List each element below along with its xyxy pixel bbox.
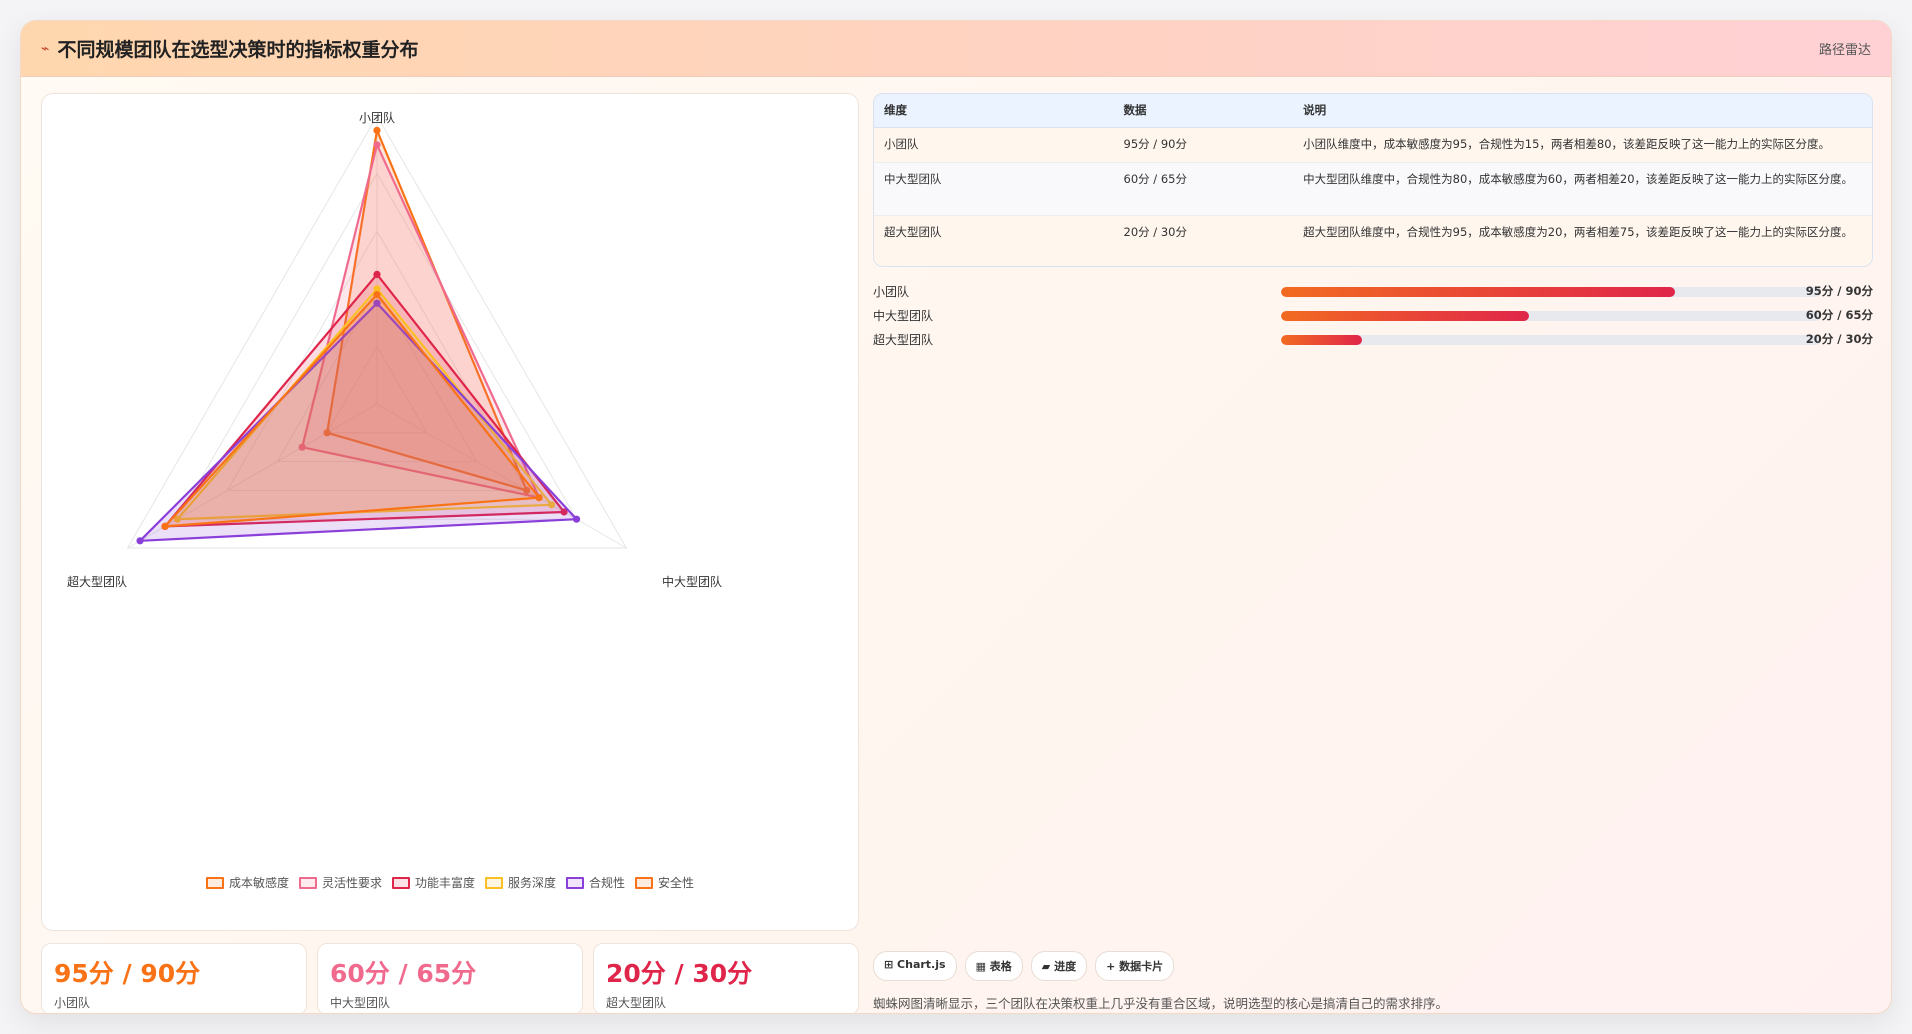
table-cell: 小团队维度中，成本敏感度为95，合规性为15，两者相差80，该差距反映了这一能力… [1293, 127, 1872, 163]
legend-item[interactable]: 功能丰富度 [391, 874, 475, 891]
data-point [373, 126, 381, 134]
progress-row: 小团队 95分 / 90分 [873, 279, 1873, 303]
page-title: 不同规模团队在选型决策时的指标权重分布 [57, 39, 419, 61]
table-header: 数据 [1113, 94, 1294, 128]
data-point [373, 141, 381, 149]
axis-label: 中大型团队 [662, 574, 722, 589]
progress-track [1281, 335, 1821, 345]
legend-swatch [485, 876, 503, 889]
dashboard-card: ⌁ 不同规模团队在选型决策时的指标权重分布 路径雷达 小团队 中大型团队 超大型团队… [20, 20, 1892, 1014]
radar-chart-card: 小团队中大型团队 超大型团队 成本敏感度 灵活性要求 功能丰富度 服务深度 合规性 安全性 [41, 93, 859, 931]
data-point [373, 290, 381, 299]
table-row: 超大型团队 20分 / 30分 超大型团队维度中，合规性为95，成本敏感度为20… [874, 215, 1872, 266]
progress-row: 中大型团队 60分 / 65分 [873, 303, 1873, 327]
data-table: 维度 数据 说明 小团队 95分 / 90分 小团队维度中，成本敏感度为95，合… [873, 93, 1873, 267]
chart-legend: 成本敏感度 灵活性要求 功能丰富度 服务深度 合规性 安全性 [42, 874, 858, 891]
data-point [572, 515, 581, 523]
stat-cards: 95分 / 90分 小团队 60分 / 65分 中大型团队 20分 / 30分 … [41, 943, 859, 1013]
legend-swatch [205, 876, 224, 889]
data-point [136, 537, 144, 545]
progress-bars: 小团队 95分 / 90分 中大型团队 60分 / 65分 超大型团队 20分 … [873, 279, 1873, 351]
data-point [161, 522, 169, 530]
stat-value: 95分 / 90分 [54, 959, 201, 988]
legend-label: 功能丰富度 [414, 876, 475, 890]
chip-progress[interactable]: ▰ 进度 [1030, 951, 1088, 981]
legend-label: 灵活性要求 [321, 876, 382, 890]
chip-data-card[interactable]: + 数据卡片 [1095, 951, 1175, 981]
stat-label: 超大型团队 [606, 996, 667, 1010]
table-cell: 95分 / 90分 [1113, 127, 1294, 163]
legend-item[interactable]: 成本敏感度 [205, 874, 289, 891]
table-cell: 中大型团队 [874, 162, 1114, 216]
legend-swatch [298, 876, 317, 889]
table-cell: 中大型团队维度中，合规性为80，成本敏感度为60，两者相差20，该差距反映了这一… [1293, 162, 1872, 216]
data-point [535, 494, 543, 502]
stat-label: 小团队 [54, 996, 91, 1010]
progress-fill [1281, 311, 1530, 321]
axis-label: 超大型团队 [67, 574, 127, 589]
chip-chartjs[interactable]: ⊞ Chart.js [873, 951, 957, 981]
header-tag: 路径雷达 [1818, 43, 1871, 58]
progress-label: 小团队 [873, 285, 910, 299]
legend-label: 合规性 [589, 876, 626, 890]
progress-fill [1281, 287, 1676, 297]
tech-chips: ⊞ Chart.js ▦ 表格 ▰ 进度 + 数据卡片 [873, 951, 1175, 981]
progress-label: 中大型团队 [873, 309, 934, 323]
progress-label: 超大型团队 [873, 333, 934, 347]
progress-row: 超大型团队 20分 / 30分 [873, 327, 1873, 351]
table-cell: 小团队 [874, 127, 1114, 163]
radar-chart: 小团队中大型团队 超大型团队 [67, 110, 722, 589]
header: ⌁ 不同规模团队在选型决策时的指标权重分布 路径雷达 [21, 21, 1891, 77]
legend-item[interactable]: 安全性 [635, 874, 694, 891]
stat-value: 60分 / 65分 [330, 959, 477, 988]
legend-label: 服务深度 [508, 876, 557, 890]
table-row: 中大型团队 60分 / 65分 中大型团队维度中，合规性为80，成本敏感度为60… [874, 162, 1872, 216]
progress-value: 60分 / 65分 [1805, 308, 1873, 322]
chip-table[interactable]: ▦ 表格 [964, 951, 1023, 981]
data-point [373, 270, 381, 278]
table-cell: 超大型团队 [874, 215, 1114, 266]
stat-card: 60分 / 65分 中大型团队 [317, 943, 583, 1013]
radar-icon: ⌁ [41, 40, 50, 57]
progress-track [1281, 287, 1821, 297]
table-row: 小团队 95分 / 90分 小团队维度中，成本敏感度为95，合规性为15，两者相… [874, 127, 1872, 163]
table-cell: 20分 / 30分 [1113, 215, 1294, 266]
table-header: 维度 [874, 94, 1114, 128]
progress-fill [1281, 335, 1362, 345]
legend-swatch [566, 876, 585, 889]
progress-track [1281, 311, 1821, 321]
table-cell: 60分 / 65分 [1113, 162, 1294, 216]
legend-swatch [635, 876, 654, 889]
stat-card: 95分 / 90分 小团队 [41, 943, 307, 1013]
legend-label: 安全性 [658, 876, 695, 890]
progress-value: 20分 / 30分 [1805, 332, 1873, 346]
table-cell: 超大型团队维度中，合规性为95，成本敏感度为20，两者相差75，该差距反映了这一… [1293, 215, 1872, 266]
legend-item[interactable]: 合规性 [566, 874, 625, 891]
legend-item[interactable]: 灵活性要求 [298, 874, 382, 891]
legend-item[interactable]: 服务深度 [485, 874, 556, 891]
table-header: 说明 [1293, 94, 1872, 128]
stat-card: 20分 / 30分 超大型团队 [593, 943, 859, 1013]
legend-label: 成本敏感度 [228, 876, 289, 890]
axis-label: 小团队 [359, 110, 395, 125]
stat-value: 20分 / 30分 [606, 959, 753, 988]
footnote: 蜘蛛网图清晰显示，三个团队在决策权重上几乎没有重合区域，说明选型的核心是搞清自己… [873, 996, 1449, 1011]
legend-swatch [391, 876, 410, 889]
stat-label: 中大型团队 [330, 996, 391, 1010]
progress-value: 95分 / 90分 [1805, 284, 1873, 298]
